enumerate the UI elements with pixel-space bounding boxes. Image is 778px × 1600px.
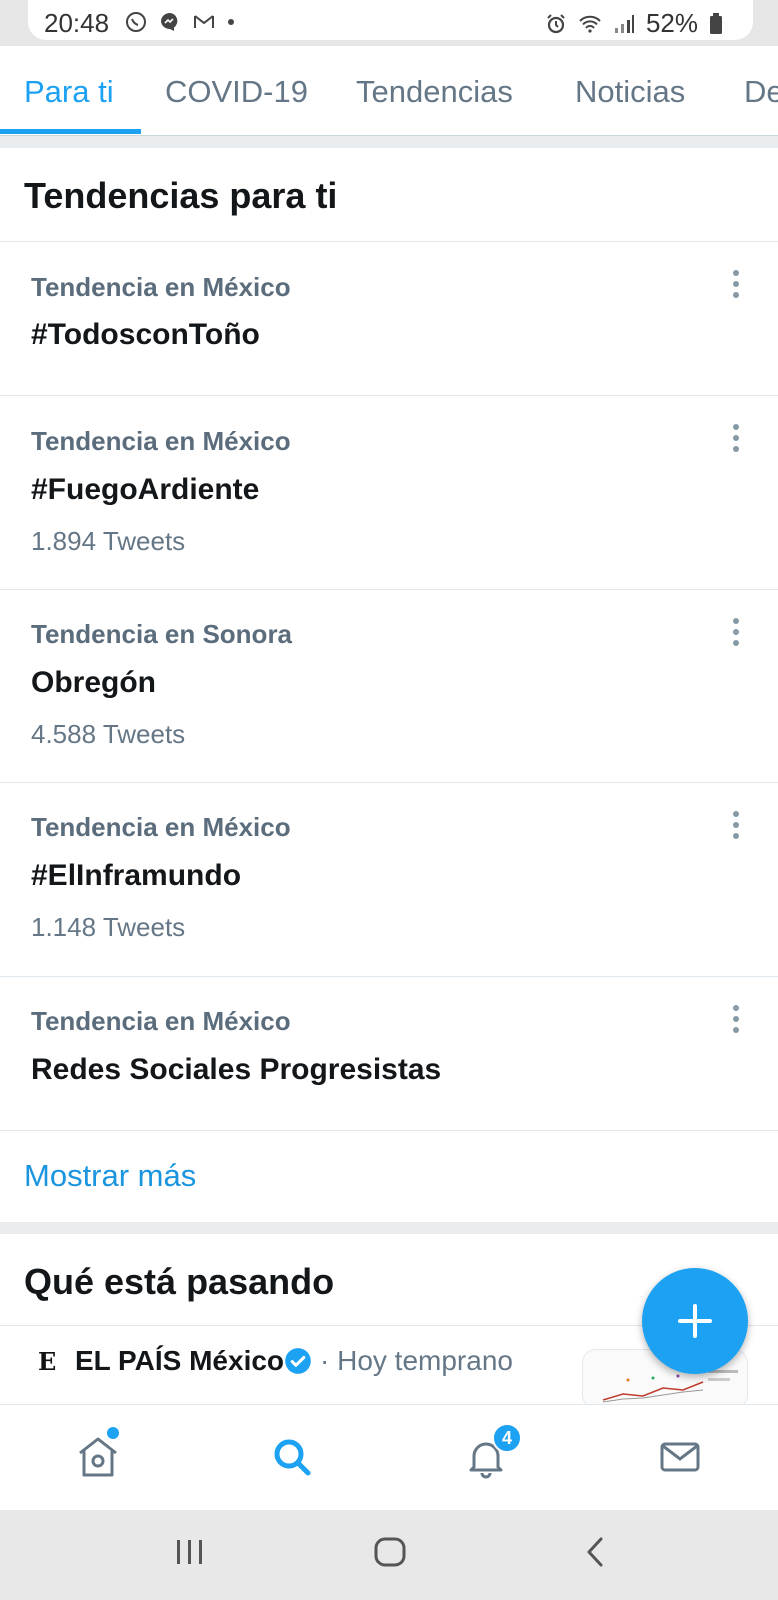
trends-section-title: Tendencias para ti [24,175,338,216]
trend-context: Tendencia en México [31,426,291,456]
search-icon [274,1439,311,1476]
home-icon [79,1437,117,1477]
happening-section-title: Qué está pasando [24,1261,335,1302]
messenger-icon [161,13,178,31]
section-separator [0,1222,778,1234]
alarm-icon [547,13,565,33]
trend-name: #ElInframundo [31,859,242,892]
battery-icon [710,12,722,34]
new-content-dot [107,1427,119,1439]
trend-item[interactable]: Tendencia en México #FuegoArdiente 1.894… [0,396,778,589]
explore-tabs: Para ti COVID-19 Tendencias Noticias De [0,46,778,136]
nav-search[interactable] [264,1429,320,1485]
more-options-icon[interactable] [730,811,742,841]
trend-item[interactable]: Tendencia en México Redes Sociales Progr… [0,977,778,1130]
back-icon[interactable] [578,1534,614,1570]
tab-covid-19[interactable]: COVID-19 [165,74,308,110]
tab-noticias[interactable]: Noticias [575,74,685,110]
trend-name: #TodosconToño [31,318,260,351]
trend-item[interactable]: Tendencia en México #ElInframundo 1.148 … [0,783,778,976]
compose-tweet-button[interactable] [642,1268,748,1374]
verified-badge-icon [285,1348,311,1374]
trend-name: #FuegoArdiente [31,473,260,506]
more-options-icon[interactable] [730,1005,742,1035]
trend-context: Tendencia en Sonora [31,619,293,649]
bottom-navigation: 4 [0,1404,778,1510]
gmail-icon [194,15,214,28]
status-time: 20:48 [44,8,110,38]
trend-context: Tendencia en México [31,272,291,302]
el-pais-logo: E [38,1347,57,1376]
system-navigation-bar [0,1510,778,1600]
wifi-icon [579,15,601,33]
active-tab-indicator [0,129,141,134]
trend-name: Redes Sociales Progresistas [31,1053,442,1086]
messages-icon [660,1442,700,1472]
tab-deportes[interactable]: De [744,74,778,110]
tab-para-ti[interactable]: Para ti [24,74,114,110]
nav-notifications[interactable]: 4 [458,1423,522,1485]
whatsapp-icon [126,12,146,32]
trend-item[interactable]: Tendencia en México #TodosconToño [0,242,778,395]
signal-icon [614,14,634,33]
status-left-icons [124,10,236,34]
more-options-icon[interactable] [730,424,742,454]
recent-apps-icon[interactable] [172,1534,208,1570]
trend-context: Tendencia en México [31,1006,291,1036]
status-right-icons: 52% [544,8,724,39]
more-options-icon[interactable] [730,618,742,648]
trend-tweet-count: 4.588 Tweets [31,719,186,749]
news-timestamp: · Hoy temprano [320,1345,513,1376]
nav-messages[interactable] [652,1429,708,1485]
divider [0,1130,778,1131]
trend-tweet-count: 1.894 Tweets [31,526,186,556]
trend-item[interactable]: Tendencia en Sonora Obregón 4.588 Tweets [0,590,778,782]
section-separator [0,136,778,148]
trend-context: Tendencia en México [31,812,291,842]
status-bar: 20:48 52% [0,0,778,46]
notification-badge: 4 [492,1423,522,1453]
home-system-icon[interactable] [372,1534,408,1570]
nav-home[interactable] [70,1427,126,1485]
show-more-link[interactable]: Mostrar más [24,1158,196,1194]
more-options-icon[interactable] [730,270,742,300]
trend-name: Obregón [31,666,156,699]
trend-tweet-count: 1.148 Tweets [31,912,186,942]
battery-percent: 52% [645,8,698,38]
dot-icon [228,19,234,25]
news-author: EL PAÍS México [75,1345,285,1376]
tab-tendencias[interactable]: Tendencias [356,74,513,110]
